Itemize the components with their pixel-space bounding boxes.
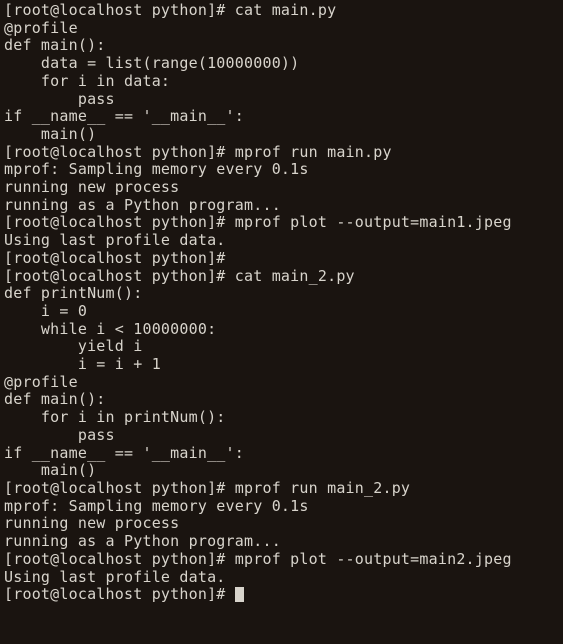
output-text: Using last profile data. bbox=[4, 568, 226, 586]
terminal-line: if __name__ == '__main__': bbox=[4, 108, 559, 126]
output-text: running as a Python program... bbox=[4, 196, 281, 214]
shell-command: mprof plot --output=main2.jpeg bbox=[235, 550, 512, 568]
output-text: running new process bbox=[4, 178, 179, 196]
terminal-line: yield i bbox=[4, 338, 559, 356]
terminal-line: while i < 10000000: bbox=[4, 321, 559, 339]
terminal-line: @profile bbox=[4, 20, 559, 38]
terminal-line: [root@localhost python]# cat main.py bbox=[4, 2, 559, 20]
terminal-line: mprof: Sampling memory every 0.1s bbox=[4, 161, 559, 179]
shell-command: mprof run main.py bbox=[235, 143, 392, 161]
output-text: for i in data: bbox=[4, 72, 170, 90]
terminal-line: [root@localhost python]# mprof run main.… bbox=[4, 144, 559, 162]
terminal-line: [root@localhost python]# bbox=[4, 586, 559, 604]
terminal-line: for i in data: bbox=[4, 73, 559, 91]
output-text: data = list(range(10000000)) bbox=[4, 54, 299, 72]
terminal-line: mprof: Sampling memory every 0.1s bbox=[4, 498, 559, 516]
terminal-line: [root@localhost python]# mprof plot --ou… bbox=[4, 551, 559, 569]
terminal-line: Using last profile data. bbox=[4, 569, 559, 587]
cursor-icon bbox=[235, 587, 244, 602]
output-text: def main(): bbox=[4, 36, 106, 54]
output-text: while i < 10000000: bbox=[4, 320, 216, 338]
output-text: if __name__ == '__main__': bbox=[4, 444, 244, 462]
terminal-line: running new process bbox=[4, 515, 559, 533]
terminal-line: def main(): bbox=[4, 37, 559, 55]
terminal-line: main() bbox=[4, 462, 559, 480]
terminal-line: i = 0 bbox=[4, 303, 559, 321]
output-text: i = 0 bbox=[4, 302, 87, 320]
output-text: pass bbox=[4, 426, 115, 444]
shell-prompt: [root@localhost python]# bbox=[4, 213, 235, 231]
terminal-line: [root@localhost python]# cat main_2.py bbox=[4, 268, 559, 286]
output-text: mprof: Sampling memory every 0.1s bbox=[4, 497, 309, 515]
shell-command: cat main_2.py bbox=[235, 267, 355, 285]
terminal-line: [root@localhost python]# bbox=[4, 250, 559, 268]
shell-prompt: [root@localhost python]# bbox=[4, 585, 235, 603]
output-text: def main(): bbox=[4, 390, 106, 408]
output-text: running as a Python program... bbox=[4, 532, 281, 550]
terminal-line: def main(): bbox=[4, 391, 559, 409]
shell-prompt: [root@localhost python]# bbox=[4, 1, 235, 19]
shell-command: mprof plot --output=main1.jpeg bbox=[235, 213, 512, 231]
shell-prompt: [root@localhost python]# bbox=[4, 550, 235, 568]
output-text: @profile bbox=[4, 373, 78, 391]
terminal-line: data = list(range(10000000)) bbox=[4, 55, 559, 73]
terminal-line: Using last profile data. bbox=[4, 232, 559, 250]
shell-prompt: [root@localhost python]# bbox=[4, 143, 235, 161]
output-text: Using last profile data. bbox=[4, 231, 226, 249]
terminal-line: [root@localhost python]# mprof run main_… bbox=[4, 480, 559, 498]
terminal-line: running as a Python program... bbox=[4, 533, 559, 551]
shell-command: cat main.py bbox=[235, 1, 337, 19]
output-text: pass bbox=[4, 90, 115, 108]
terminal-line: main() bbox=[4, 126, 559, 144]
output-text: yield i bbox=[4, 337, 142, 355]
shell-prompt: [root@localhost python]# bbox=[4, 249, 235, 267]
terminal-line: def printNum(): bbox=[4, 285, 559, 303]
output-text: running new process bbox=[4, 514, 179, 532]
terminal-line: pass bbox=[4, 427, 559, 445]
terminal-line: i = i + 1 bbox=[4, 356, 559, 374]
terminal-line: [root@localhost python]# mprof plot --ou… bbox=[4, 214, 559, 232]
output-text: mprof: Sampling memory every 0.1s bbox=[4, 160, 309, 178]
output-text: def printNum(): bbox=[4, 284, 142, 302]
terminal-output[interactable]: [root@localhost python]# cat main.py@pro… bbox=[0, 0, 563, 606]
output-text: for i in printNum(): bbox=[4, 408, 226, 426]
terminal-line: if __name__ == '__main__': bbox=[4, 445, 559, 463]
output-text: i = i + 1 bbox=[4, 355, 161, 373]
terminal-line: running new process bbox=[4, 179, 559, 197]
shell-prompt: [root@localhost python]# bbox=[4, 267, 235, 285]
terminal-line: for i in printNum(): bbox=[4, 409, 559, 427]
terminal-line: @profile bbox=[4, 374, 559, 392]
terminal-line: pass bbox=[4, 91, 559, 109]
shell-command: mprof run main_2.py bbox=[235, 479, 410, 497]
shell-prompt: [root@localhost python]# bbox=[4, 479, 235, 497]
output-text: @profile bbox=[4, 19, 78, 37]
output-text: if __name__ == '__main__': bbox=[4, 107, 244, 125]
output-text: main() bbox=[4, 125, 96, 143]
terminal-line: running as a Python program... bbox=[4, 197, 559, 215]
output-text: main() bbox=[4, 461, 96, 479]
